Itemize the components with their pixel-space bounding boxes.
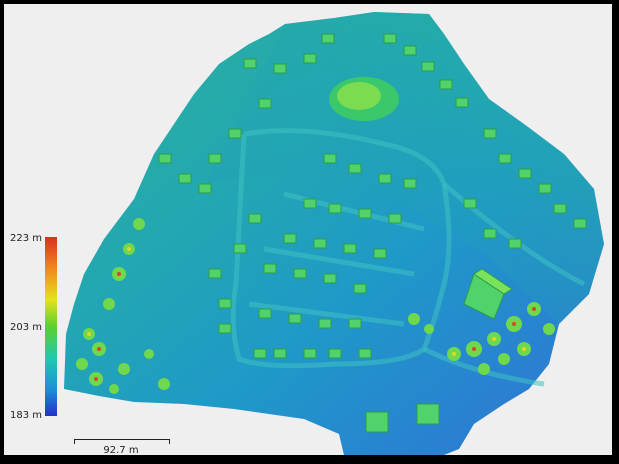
elevation-map[interactable] bbox=[4, 4, 612, 455]
map-canvas[interactable]: 223 m 203 m 183 m 92.7 m bbox=[4, 4, 612, 455]
hill bbox=[329, 77, 399, 121]
legend-mid-label: 203 m bbox=[10, 322, 43, 333]
elevation-legend-colorbar bbox=[45, 237, 57, 416]
legend-max-label: 223 m bbox=[10, 233, 43, 244]
map-viewer: 223 m 203 m 183 m 92.7 m bbox=[0, 0, 619, 464]
legend-min-label: 183 m bbox=[10, 410, 43, 421]
scale-bar bbox=[74, 439, 170, 444]
scale-bar-label: 92.7 m bbox=[103, 445, 139, 455]
